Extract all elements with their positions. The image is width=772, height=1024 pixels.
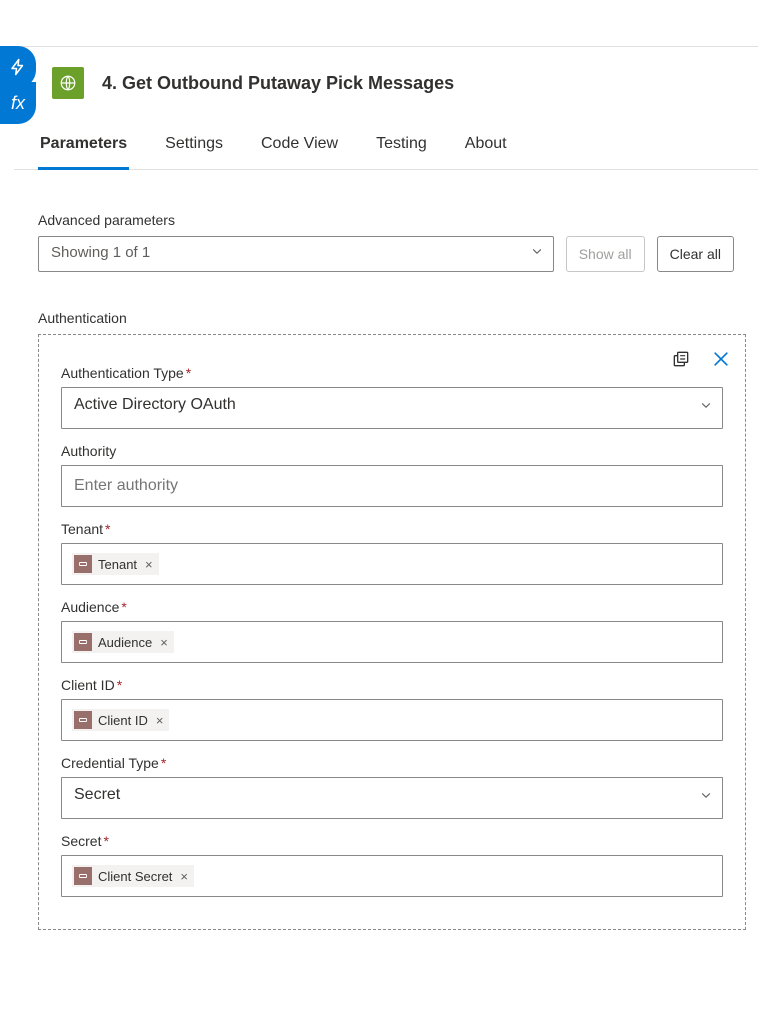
- parameter-icon: [74, 555, 92, 573]
- parameter-icon: [74, 711, 92, 729]
- secret-token[interactable]: Client Secret ×: [72, 865, 194, 887]
- field-audience: Audience* Audience ×: [61, 599, 723, 663]
- tab-code-view[interactable]: Code View: [259, 125, 340, 170]
- token-remove-icon[interactable]: ×: [156, 713, 164, 728]
- client-id-input[interactable]: Client ID ×: [61, 699, 723, 741]
- action-tab-fx[interactable]: fx: [0, 82, 36, 124]
- auth-section-label: Authentication: [38, 310, 758, 326]
- panel-toolbar: [671, 349, 731, 369]
- tenant-token[interactable]: Tenant ×: [72, 553, 159, 575]
- tenant-input[interactable]: Tenant ×: [61, 543, 723, 585]
- field-client-id: Client ID* Client ID ×: [61, 677, 723, 741]
- token-label: Client ID: [98, 713, 148, 728]
- parameter-icon: [74, 867, 92, 885]
- advanced-select-wrap: Showing 1 of 1: [38, 236, 554, 272]
- label-auth-type: Authentication Type*: [61, 365, 723, 381]
- field-auth-type: Authentication Type* Active Directory OA…: [61, 365, 723, 429]
- authority-input[interactable]: [61, 465, 723, 507]
- field-authority: Authority: [61, 443, 723, 507]
- lightning-icon: [9, 58, 27, 76]
- field-tenant: Tenant* Tenant ×: [61, 521, 723, 585]
- step-title: 4. Get Outbound Putaway Pick Messages: [102, 73, 454, 94]
- auth-type-select[interactable]: Active Directory OAuth: [61, 387, 723, 429]
- tab-about[interactable]: About: [463, 125, 509, 170]
- credential-type-select[interactable]: Secret: [61, 777, 723, 819]
- close-icon[interactable]: [711, 349, 731, 369]
- client-id-token[interactable]: Client ID ×: [72, 709, 169, 731]
- label-client-id: Client ID*: [61, 677, 723, 693]
- side-tab-stack: fx: [0, 46, 36, 118]
- designer-panel: fx 4. Get Outbound Putaway Pick Messages…: [0, 46, 772, 970]
- advanced-heading: Advanced parameters: [38, 212, 734, 228]
- advanced-section: Advanced parameters Showing 1 of 1 Show …: [14, 170, 758, 282]
- token-remove-icon[interactable]: ×: [145, 557, 153, 572]
- clear-all-button[interactable]: Clear all: [657, 236, 734, 272]
- advanced-row: Showing 1 of 1 Show all Clear all: [38, 236, 734, 272]
- fx-icon: fx: [11, 93, 25, 114]
- token-label: Tenant: [98, 557, 137, 572]
- advanced-select[interactable]: Showing 1 of 1: [38, 236, 554, 272]
- label-audience: Audience*: [61, 599, 723, 615]
- label-authority: Authority: [61, 443, 723, 459]
- globe-icon: [59, 74, 77, 92]
- tab-settings[interactable]: Settings: [163, 125, 225, 170]
- show-all-button: Show all: [566, 236, 645, 272]
- tab-bar: Parameters Settings Code View Testing Ab…: [14, 125, 758, 170]
- label-tenant: Tenant*: [61, 521, 723, 537]
- field-credential-type: Credential Type* Secret: [61, 755, 723, 819]
- secret-input[interactable]: Client Secret ×: [61, 855, 723, 897]
- audience-input[interactable]: Audience ×: [61, 621, 723, 663]
- token-label: Audience: [98, 635, 152, 650]
- audience-token[interactable]: Audience ×: [72, 631, 174, 653]
- label-credential-type: Credential Type*: [61, 755, 723, 771]
- parameter-icon: [74, 633, 92, 651]
- token-remove-icon[interactable]: ×: [160, 635, 168, 650]
- step-header: 4. Get Outbound Putaway Pick Messages: [14, 47, 758, 125]
- auth-panel: Authentication Type* Active Directory OA…: [38, 334, 746, 930]
- tab-testing[interactable]: Testing: [374, 125, 429, 170]
- token-label: Client Secret: [98, 869, 172, 884]
- tab-parameters[interactable]: Parameters: [38, 125, 129, 170]
- field-secret: Secret* Client Secret ×: [61, 833, 723, 897]
- connector-icon: [52, 67, 84, 99]
- token-remove-icon[interactable]: ×: [180, 869, 188, 884]
- label-secret: Secret*: [61, 833, 723, 849]
- toggle-token-picker-icon[interactable]: [671, 349, 691, 369]
